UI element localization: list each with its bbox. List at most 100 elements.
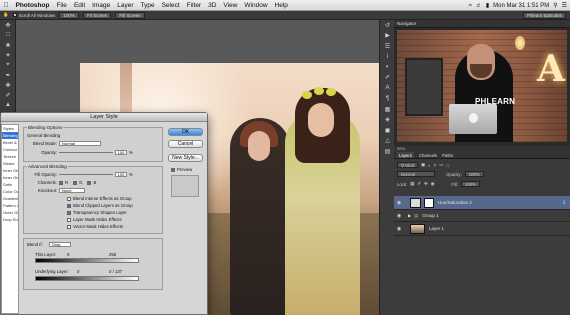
info-panel-icon[interactable]: i bbox=[380, 52, 395, 63]
channel-g-checkbox[interactable] bbox=[73, 180, 78, 185]
crop-tool-icon[interactable]: ⌖ bbox=[0, 60, 16, 70]
notification-center-icon[interactable]: ☰ bbox=[562, 2, 567, 9]
layer-row-hue-saturation[interactable]: ◉ Hue/Saturation 2 ↧ bbox=[394, 196, 570, 210]
menu-3d[interactable]: 3D bbox=[205, 2, 220, 9]
filter-smart-object-icon[interactable]: □ bbox=[446, 163, 449, 168]
filter-type-icon[interactable]: T bbox=[434, 163, 437, 168]
channel-r-checkbox[interactable] bbox=[59, 180, 63, 185]
color-panel-icon[interactable]: ◼ bbox=[380, 125, 395, 136]
lock-position-icon[interactable]: ✥ bbox=[424, 181, 428, 187]
layer-row-group-1[interactable]: ◉ ▶ ▤ Group 1 bbox=[394, 210, 570, 222]
menu-view[interactable]: View bbox=[220, 2, 241, 9]
layer-mask-hides-checkbox[interactable] bbox=[67, 217, 71, 222]
style-item-drop-shadow[interactable]: Drop Shadow bbox=[2, 216, 18, 223]
channel-b-checkbox[interactable] bbox=[87, 180, 92, 185]
style-item-inner-shadow[interactable]: Inner Shadow bbox=[2, 167, 18, 174]
style-item-inner-glow[interactable]: Inner Glow bbox=[2, 174, 18, 181]
fill-opacity-input[interactable]: 100 bbox=[115, 172, 127, 177]
quick-select-tool-icon[interactable]: ✦ bbox=[0, 50, 16, 60]
menu-type[interactable]: Type bbox=[137, 2, 158, 9]
style-item-styles[interactable]: Styles bbox=[2, 125, 18, 132]
lasso-tool-icon[interactable]: ❀ bbox=[0, 40, 16, 50]
menu-file[interactable]: File bbox=[53, 2, 70, 9]
style-item-color-overlay[interactable]: Color Overlay bbox=[2, 188, 18, 195]
layer-name[interactable]: Group 1 bbox=[422, 213, 438, 218]
knockout-select[interactable]: None bbox=[59, 188, 85, 193]
this-layer-gradient-slider[interactable] bbox=[35, 258, 139, 263]
character-panel-icon[interactable]: A bbox=[380, 83, 395, 94]
workspace-switcher[interactable]: Phlearn Episodes bbox=[522, 12, 566, 19]
cancel-button[interactable]: Cancel bbox=[168, 140, 203, 148]
properties-panel-icon[interactable]: ☰ bbox=[380, 41, 395, 52]
new-style-button[interactable]: New Style... bbox=[168, 154, 203, 162]
brush-tool-icon[interactable]: ✐ bbox=[0, 90, 16, 100]
timeline-panel-icon[interactable]: ▤ bbox=[380, 146, 395, 157]
tab-channels[interactable]: Channels bbox=[419, 152, 437, 158]
eyedropper-tool-icon[interactable]: ✒ bbox=[0, 70, 16, 80]
blend-interior-checkbox[interactable] bbox=[67, 196, 71, 201]
healing-brush-tool-icon[interactable]: ✚ bbox=[0, 80, 16, 90]
spotlight-search-icon[interactable]: ⚲ bbox=[553, 2, 557, 9]
style-item-texture[interactable]: Texture bbox=[2, 153, 18, 160]
filter-pixel-icon[interactable]: ▣ bbox=[421, 162, 425, 168]
lock-transparent-icon[interactable]: ▦ bbox=[410, 181, 414, 187]
volume-icon[interactable]: ♬ bbox=[476, 3, 482, 9]
menu-select[interactable]: Select bbox=[158, 2, 183, 9]
menu-layer[interactable]: Layer bbox=[114, 2, 137, 9]
tab-layers[interactable]: Layers bbox=[397, 152, 414, 158]
layer-name[interactable]: Hue/Saturation 2 bbox=[438, 200, 472, 205]
opacity-slider-track[interactable] bbox=[59, 152, 113, 153]
menu-filter[interactable]: Filter bbox=[183, 2, 204, 9]
clone-stamp-tool-icon[interactable]: ▲ bbox=[0, 100, 16, 110]
style-item-pattern-overlay[interactable]: Pattern Overlay bbox=[2, 202, 18, 209]
layer-opacity-value[interactable]: 100% bbox=[464, 171, 484, 177]
paragraph-panel-icon[interactable]: ¶ bbox=[380, 94, 395, 105]
layer-fill-value[interactable]: 100% bbox=[461, 181, 480, 187]
history-panel-icon[interactable]: ↺ bbox=[380, 20, 395, 31]
navigator-title[interactable]: Navigator bbox=[397, 21, 416, 26]
menubar-clock[interactable]: Mon Mar 31 1:51 PM bbox=[493, 3, 549, 9]
menu-edit[interactable]: Edit bbox=[70, 2, 88, 9]
visibility-eye-icon[interactable]: ◉ bbox=[394, 226, 404, 232]
vector-mask-hides-checkbox[interactable] bbox=[67, 224, 71, 229]
wifi-icon[interactable]: ≈ bbox=[469, 3, 472, 9]
style-item-stroke[interactable]: Stroke bbox=[2, 160, 18, 167]
ok-button[interactable]: OK bbox=[168, 128, 203, 136]
blend-if-select[interactable]: Gray bbox=[48, 242, 71, 247]
style-item-gradient-overlay[interactable]: Gradient Overlay bbox=[2, 195, 18, 202]
navigator-zoom-value[interactable]: 50% bbox=[397, 146, 405, 151]
filter-shape-icon[interactable]: ▭ bbox=[439, 162, 443, 168]
lock-pixels-icon[interactable]: ✐ bbox=[417, 181, 421, 187]
menu-window[interactable]: Window bbox=[241, 2, 271, 9]
fill-screen-button[interactable]: Fill Screen bbox=[115, 11, 145, 19]
fill-opacity-slider[interactable] bbox=[59, 172, 113, 177]
layer-name[interactable]: Layer 1 bbox=[429, 226, 444, 231]
move-tool-icon[interactable]: ✥ bbox=[0, 20, 16, 30]
blend-mode-dropdown[interactable]: Normal bbox=[397, 171, 435, 177]
menu-help[interactable]: Help bbox=[271, 2, 291, 9]
adjustments-panel-icon[interactable]: ◐ bbox=[380, 62, 395, 73]
fill-opacity-slider-track[interactable] bbox=[59, 174, 113, 175]
menu-app-name[interactable]: Photoshop bbox=[12, 2, 53, 9]
actions-panel-icon[interactable]: ▶ bbox=[380, 31, 395, 42]
apple-menu-icon[interactable]:  bbox=[0, 2, 12, 9]
layer-mask-thumb[interactable] bbox=[424, 197, 434, 208]
battery-icon[interactable]: ▮ bbox=[486, 2, 489, 9]
scroll-all-windows-check[interactable] bbox=[12, 13, 17, 17]
swatches-panel-icon[interactable]: ▦ bbox=[380, 104, 395, 115]
layer-kind-filter[interactable]: ⚲ Kind bbox=[397, 162, 418, 168]
menu-image[interactable]: Image bbox=[89, 2, 114, 9]
blend-mode-select[interactable]: Normal bbox=[59, 141, 101, 146]
brush-panel-icon[interactable]: ✐ bbox=[380, 73, 395, 84]
style-item-bevel[interactable]: Bevel & Emboss bbox=[2, 139, 18, 146]
style-item-blending-options[interactable]: Blending Options: Custom bbox=[2, 132, 18, 139]
preview-checkbox[interactable] bbox=[171, 167, 175, 172]
lock-all-icon[interactable]: ◉ bbox=[431, 181, 435, 187]
scroll-all-windows-checkbox[interactable]: Scroll All Windows bbox=[12, 13, 55, 18]
style-item-outer-glow[interactable]: Outer Glow bbox=[2, 209, 18, 216]
style-item-contour[interactable]: Contour bbox=[2, 146, 18, 153]
tab-paths[interactable]: Paths bbox=[442, 152, 453, 158]
style-item-satin[interactable]: Satin bbox=[2, 181, 18, 188]
opacity-slider[interactable] bbox=[59, 150, 113, 155]
layer-row-layer-1[interactable]: ◉ Layer 1 bbox=[394, 222, 570, 236]
